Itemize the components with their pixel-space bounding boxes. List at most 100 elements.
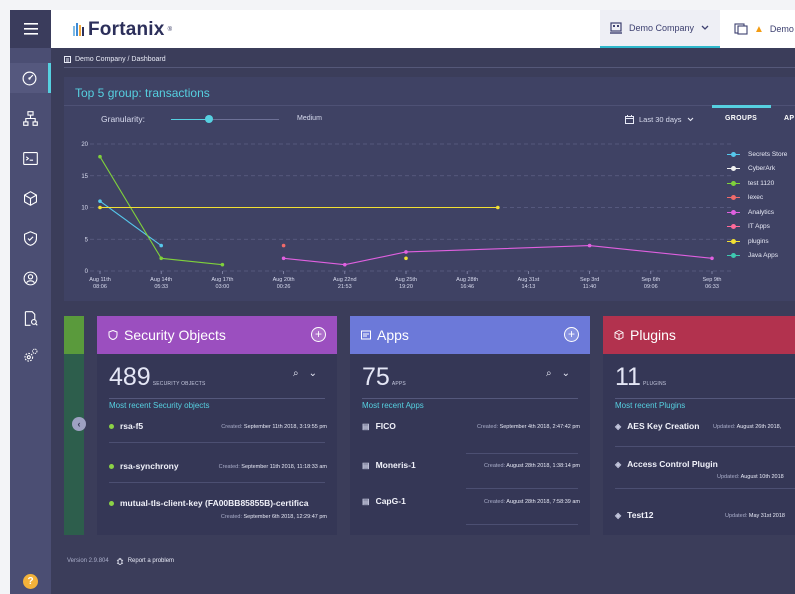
app-icon: ▤ (362, 496, 370, 506)
plugins-header: Plugins (603, 316, 795, 354)
hamburger-icon (23, 23, 38, 35)
x-tick-label-date: Sep 9th (703, 277, 722, 283)
item-name: FICO (375, 421, 396, 431)
header-right-group[interactable]: ▲ Demo (734, 10, 794, 48)
breadcrumb: Demo Company / Dashboard (64, 56, 166, 63)
item-name: Test12 (627, 510, 654, 520)
sidebar-item-groups[interactable] (10, 103, 51, 133)
card-title: Apps (377, 327, 409, 343)
chevron-down-icon[interactable]: ⌄ (562, 368, 570, 379)
meta-label: Created: (483, 499, 506, 505)
cube-icon: ◈ (615, 459, 622, 469)
item-name: AES Key Creation (627, 421, 700, 431)
search-icon[interactable]: ⌕ (293, 368, 299, 379)
legend-item[interactable]: lexec (727, 191, 787, 206)
security-objects-card: Security Objects + 489 SECURITY OBJECTS … (97, 316, 337, 535)
sidebar-item-users[interactable] (10, 263, 51, 293)
divider (64, 67, 795, 68)
legend-dot (731, 224, 736, 230)
row-divider (466, 488, 578, 489)
legend-item[interactable]: Secrets Store (727, 147, 787, 162)
account-switcher[interactable]: Demo Company (600, 10, 720, 48)
carousel-prev-button[interactable]: ‹ (72, 417, 86, 431)
menu-button[interactable] (10, 10, 51, 48)
security-objects-count: 489 SECURITY OBJECTS (109, 363, 206, 392)
legend-item[interactable]: Java Apps (727, 249, 787, 264)
y-tick-label: 10 (81, 206, 88, 212)
fortanix-logo: Fortanix ® (73, 19, 172, 41)
security-object-item[interactable]: rsa-synchrony (109, 461, 179, 471)
building-small-icon (64, 56, 71, 63)
chevron-down-icon (701, 25, 709, 30)
version-text: Version 2.9.804 (67, 558, 109, 564)
item-meta: Created: September 6th 2018, 12:29:47 pm (221, 514, 327, 520)
user-circle-icon (23, 271, 38, 285)
plugin-item[interactable]: ◈ AES Key Creation (615, 421, 699, 431)
help-icon[interactable]: ? (23, 574, 38, 589)
legend-item[interactable]: CyberArk (727, 162, 787, 177)
x-tick-label-time: 14:13 (522, 284, 536, 290)
security-objects-header: Security Objects + (97, 316, 337, 354)
item-name: CapG-1 (375, 496, 406, 506)
cube-icon: ◈ (615, 510, 622, 520)
report-problem-link[interactable]: Report a problem (116, 557, 174, 565)
sidebar-item-apps[interactable] (10, 143, 51, 173)
plugin-item[interactable]: ◈ Test12 (615, 510, 653, 520)
add-security-object-button[interactable]: + (311, 327, 326, 342)
sidebar-item-settings[interactable] (10, 340, 51, 370)
app-item[interactable]: ▤ Moneris-1 (362, 460, 416, 470)
card-divider (362, 398, 578, 399)
legend-dot (731, 151, 736, 157)
app-item[interactable]: ▤ CapG-1 (362, 496, 406, 506)
search-icon[interactable]: ⌕ (546, 368, 552, 379)
hierarchy-icon (23, 110, 38, 126)
legend-swatch (727, 238, 740, 244)
sidebar-item-dashboard[interactable] (10, 63, 51, 93)
count-unit: APPS (391, 381, 406, 387)
item-meta: Updated: August 10th 2018 (717, 474, 784, 480)
warning-icon: ▲ (754, 23, 764, 35)
meta-label: Updated: (713, 424, 736, 430)
meta-label: Updated: (717, 474, 740, 480)
legend-label: lexec (748, 194, 764, 202)
security-object-item[interactable]: mutual-tls-client-key (FA00BB85855B)-cer… (109, 498, 327, 508)
sidebar (10, 10, 51, 594)
status-dot (109, 423, 114, 429)
y-tick-label: 0 (85, 269, 89, 275)
legend-item[interactable]: Analytics (727, 205, 787, 220)
cube-icon (23, 190, 38, 206)
app-window: { "header": { "logo_text": "Fortanix", "… (0, 0, 795, 594)
legend-label: Analytics (748, 208, 775, 216)
meta-value: September 4th 2018, 2:47:42 pm (499, 424, 580, 430)
add-app-button[interactable]: + (564, 327, 579, 342)
plugins-count: 11 PLUGINS (615, 363, 666, 392)
sidebar-item-security[interactable] (10, 223, 51, 253)
app-item[interactable]: ▤ FICO (362, 421, 396, 431)
legend-item[interactable]: IT Apps (727, 220, 787, 235)
legend-label: plugins (748, 237, 769, 245)
x-tick-label-time: 00:26 (277, 284, 291, 290)
item-name: mutual-tls-client-key (FA00BB85855B)-cer… (120, 498, 309, 508)
data-point-plugins (404, 256, 408, 261)
legend-item[interactable]: test 1120 (727, 176, 787, 191)
sidebar-item-plugins[interactable] (10, 183, 51, 213)
plugin-item[interactable]: ◈ Access Control Plugin (615, 459, 718, 469)
item-meta: Created: September 4th 2018, 2:47:42 pm (477, 424, 580, 430)
sidebar-item-audit[interactable] (10, 303, 51, 333)
data-point-lexec (281, 243, 286, 248)
chevron-down-icon[interactable]: ⌄ (309, 368, 317, 379)
dashboard-gauge-icon (22, 71, 36, 85)
legend-item[interactable]: plugins (727, 234, 787, 249)
y-tick-label: 5 (85, 237, 89, 243)
bug-icon (116, 557, 123, 565)
item-name: Moneris-1 (375, 460, 416, 470)
data-point-test-1120 (98, 154, 102, 159)
count-number: 11 (615, 363, 641, 391)
legend-swatch (727, 180, 740, 186)
legend-dot (731, 180, 736, 186)
data-point-analytics (710, 256, 714, 261)
row-divider (109, 442, 325, 443)
item-name: Access Control Plugin (627, 459, 718, 469)
security-object-item[interactable]: rsa-f5 (109, 421, 143, 431)
row-divider (615, 488, 795, 489)
